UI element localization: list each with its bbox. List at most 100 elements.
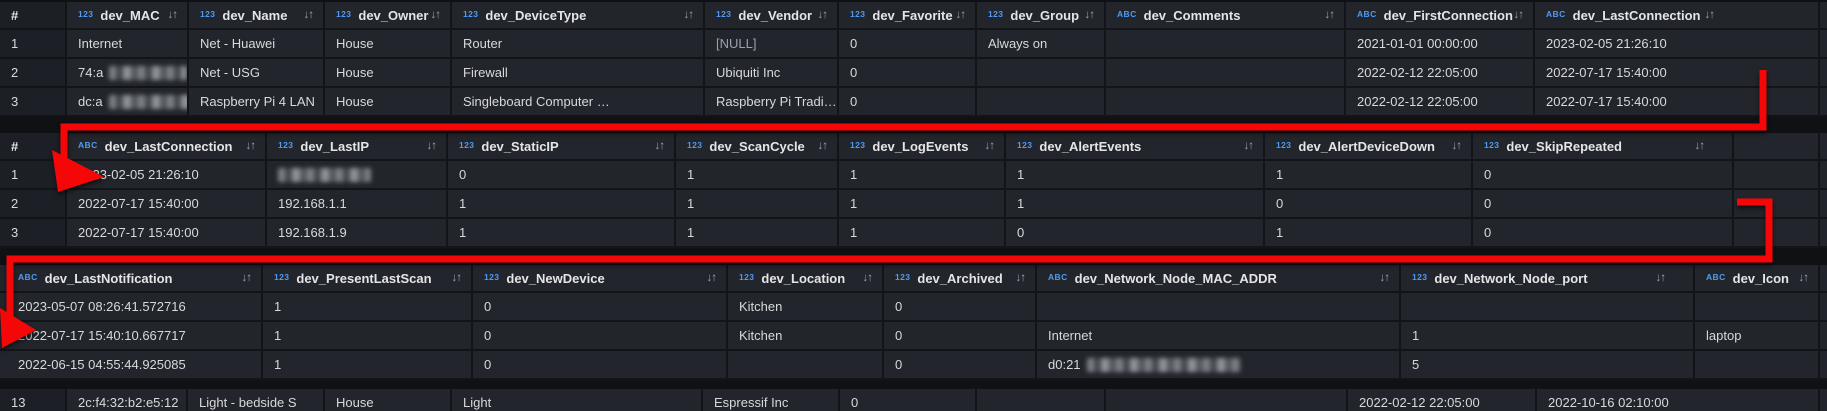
cell-value: 0	[895, 299, 902, 314]
cell-dev_LastConnection: 2023-02-05 21:26:10	[1535, 30, 1820, 59]
cell-value: 0	[851, 395, 858, 410]
cell-dev_DeviceType: Singleboard Computer …	[452, 88, 705, 117]
column-header-dev_NewDevice[interactable]: 123dev_NewDevice↓↑	[473, 265, 728, 293]
redacted-text-blur	[278, 168, 371, 182]
cell-dev_Group	[977, 59, 1106, 88]
column-header-dev_Group[interactable]: 123dev_Group↓↑	[977, 2, 1106, 30]
cell-value: 0	[1484, 225, 1491, 240]
cell-value: Singleboard Computer …	[463, 94, 610, 109]
cell-dev_Favorite: 0	[839, 30, 977, 59]
cell-dev_Location: Kitchen	[728, 322, 884, 351]
redacted-text-blur	[1087, 358, 1241, 372]
cell-value: 1	[850, 196, 857, 211]
column-header-dev_LastConnection[interactable]: ABCdev_LastConnection↓↑	[67, 133, 267, 161]
cell-dev_Archived: 0	[884, 293, 1037, 322]
cell-dev_LastConnection: 2023-02-05 21:26:10	[67, 161, 267, 190]
cell-value: 1	[1017, 167, 1024, 182]
column-header-dev_PresentLastScan[interactable]: 123dev_PresentLastScan↓↑	[263, 265, 473, 293]
column-header-dev_Comments[interactable]: ABCdev_Comments↓↑	[1106, 2, 1346, 30]
cell-dev_FirstConnection: 2022-02-12 22:05:00	[1346, 88, 1535, 117]
column-label: dev_Vendor	[738, 8, 812, 23]
column-header-dev_AlertDeviceDown[interactable]: 123dev_AlertDeviceDown↓↑	[1265, 133, 1473, 161]
string-type-icon: ABC	[18, 272, 38, 282]
column-header-dev_AlertEvents[interactable]: 123dev_AlertEvents↓↑	[1006, 133, 1265, 161]
cell-value: 1	[459, 196, 466, 211]
cell-value: d0:21	[1048, 357, 1081, 372]
number-type-icon: 123	[484, 272, 499, 282]
cell-dev_Network_Node_MAC_ADDR	[1037, 293, 1401, 322]
column-header-dev_Vendor[interactable]: 123dev_Vendor↓↑	[705, 2, 839, 30]
table-cell: 2c:f4:32:b2:e5:12	[67, 389, 188, 411]
column-label: dev_NewDevice	[506, 271, 604, 286]
table-row: 2022-07-17 15:40:10.66771710Kitchen0Inte…	[0, 322, 1827, 351]
edge-sliver	[1820, 293, 1827, 322]
edge-sliver	[1820, 219, 1827, 248]
cell-value: 2022-02-12 22:05:00	[1357, 65, 1478, 80]
cell-dev_Name: Raspberry Pi 4 LAN	[189, 88, 325, 117]
cell-value: 1	[1017, 196, 1024, 211]
cell-value: 2023-02-05 21:26:10	[78, 167, 199, 182]
sort-icon: ↓↑	[863, 272, 873, 284]
cell-value: 2022-06-15 04:55:44.925085	[18, 357, 186, 372]
cell-value: 1	[850, 225, 857, 240]
column-header-dev_ScanCycle[interactable]: 123dev_ScanCycle↓↑	[676, 133, 839, 161]
table-row: 1InternetNet - HuaweiHouseRouter[NULL]0A…	[0, 30, 1827, 59]
column-header-dev_Network_Node_port[interactable]: 123dev_Network_Node_port↓↑	[1401, 265, 1695, 293]
cell-dev_ScanCycle: 1	[676, 190, 839, 219]
column-header-dev_Archived[interactable]: 123dev_Archived↓↑	[884, 265, 1037, 293]
cell-value: 1	[687, 196, 694, 211]
cell-dev_Name: Net - Huawei	[189, 30, 325, 59]
table-row: 22022-07-17 15:40:00192.168.1.1111100	[0, 190, 1827, 219]
column-header-dev_Owner[interactable]: 123dev_Owner↓↑	[325, 2, 452, 30]
column-header-dev_Name[interactable]: 123dev_Name↓↑	[189, 2, 325, 30]
cell-value: Firewall	[463, 65, 508, 80]
column-header-dev_LastNotification[interactable]: ABCdev_LastNotification↓↑	[0, 265, 263, 293]
cell-dev_Group: Always on	[977, 30, 1106, 59]
cell-dev_Favorite: 0	[839, 88, 977, 117]
column-header-dev_StaticIP[interactable]: 123dev_StaticIP↓↑	[448, 133, 676, 161]
edge-sliver	[1820, 190, 1827, 219]
cell-value: 2023-05-07 08:26:41.572716	[18, 299, 186, 314]
column-label: dev_Network_Node_port	[1434, 271, 1587, 286]
cell-dev_LogEvents: 1	[839, 161, 1006, 190]
cell-dev_Comments	[1106, 88, 1346, 117]
column-header-dev_LastIP[interactable]: 123dev_LastIP↓↑	[267, 133, 448, 161]
sort-icon: ↓↑	[1325, 9, 1335, 21]
cell-#: 2	[0, 190, 67, 219]
cell-dev_NewDevice: 0	[473, 322, 728, 351]
column-label: dev_LastConnection	[105, 139, 233, 154]
redacted-text-blur	[109, 95, 189, 109]
sort-icon: ↓↑	[1016, 272, 1026, 284]
sort-icon: ↓↑	[655, 140, 665, 152]
column-header-dev_FirstConnection[interactable]: ABCdev_FirstConnection↓↑	[1346, 2, 1535, 30]
column-label: dev_StaticIP	[481, 139, 558, 154]
cell-#: 3	[0, 219, 67, 248]
cell-dev_SkipRepeated: 0	[1473, 190, 1734, 219]
cell-dev_LastConnection: 2022-07-17 15:40:00	[1535, 88, 1820, 117]
column-header-dev_Network_Node_MAC_ADDR[interactable]: ABCdev_Network_Node_MAC_ADDR↓↑	[1037, 265, 1401, 293]
cell-value: 2022-07-17 15:40:00	[78, 225, 199, 240]
column-header-dev_DeviceType[interactable]: 123dev_DeviceType↓↑	[452, 2, 705, 30]
cell-value: 192.168.1.9	[278, 225, 347, 240]
column-header-dev_Icon[interactable]: ABCdev_Icon↓↑	[1695, 265, 1820, 293]
column-label: dev_FirstConnection	[1384, 8, 1513, 23]
column-header-dev_Favorite[interactable]: 123dev_Favorite↓↑	[839, 2, 977, 30]
cell-dev_PresentLastScan: 1	[263, 293, 473, 322]
column-header-dev_MAC[interactable]: 123dev_MAC↓↑	[67, 2, 189, 30]
cell-value: Raspberry Pi Tradi…	[716, 94, 837, 109]
cell-dev_LastIP: 192.168.1.1	[267, 190, 448, 219]
column-header-dev_SkipRepeated[interactable]: 123dev_SkipRepeated↓↑	[1473, 133, 1734, 161]
column-header-dev_LogEvents[interactable]: 123dev_LogEvents↓↑	[839, 133, 1006, 161]
column-header-#[interactable]: #	[0, 133, 67, 161]
string-type-icon: ABC	[1706, 272, 1726, 282]
column-header-dev_Location[interactable]: 123dev_Location↓↑	[728, 265, 884, 293]
column-label: #	[11, 139, 18, 154]
table-cell: Espressif Inc	[703, 389, 840, 411]
devices-table-columns-1: #123dev_MAC↓↑123dev_Name↓↑123dev_Owner↓↑…	[0, 2, 1827, 117]
column-label: dev_SkipRepeated	[1506, 139, 1622, 154]
cell-value: 1	[850, 167, 857, 182]
sort-icon: ↓↑	[304, 9, 314, 21]
column-header-#[interactable]: #	[0, 2, 67, 30]
column-header-dev_LastConnection[interactable]: ABCdev_LastConnection↓↑	[1535, 2, 1820, 30]
table-cell: 0	[840, 389, 977, 411]
